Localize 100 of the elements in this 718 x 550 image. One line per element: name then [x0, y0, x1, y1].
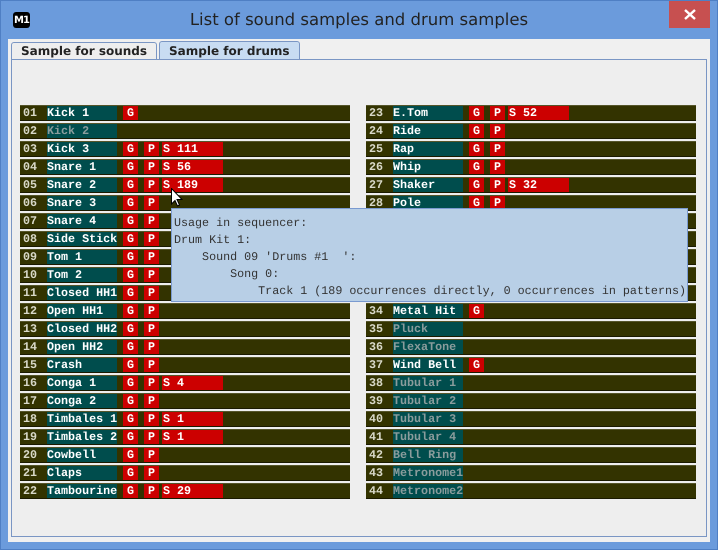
- usage-tag: G: [123, 358, 138, 372]
- usage-tag: G: [123, 178, 138, 192]
- usage-tag: P: [144, 340, 159, 354]
- usage-tag: G: [123, 430, 138, 444]
- usage-tag: G: [469, 304, 484, 318]
- sample-number: 04: [22, 160, 38, 174]
- usage-tag: S 4: [162, 376, 223, 390]
- usage-tag: P: [144, 142, 159, 156]
- sample-name: Metronome2: [393, 484, 463, 498]
- sample-number: 07: [22, 214, 38, 228]
- sample-number: 41: [368, 430, 384, 444]
- usage-tag: G: [123, 484, 138, 498]
- usage-tag: G: [123, 448, 138, 462]
- usage-tag: S 32: [508, 178, 569, 192]
- sample-number: 37: [368, 358, 384, 372]
- usage-tag: G: [123, 340, 138, 354]
- sample-name: Conga 2: [47, 394, 117, 408]
- usage-tag: G: [123, 412, 138, 426]
- window-title: List of sound samples and drum samples: [190, 10, 528, 29]
- usage-tag: P: [144, 196, 159, 210]
- tab[interactable]: Sample for sounds: [11, 42, 158, 59]
- usage-tag: S 29: [162, 484, 223, 498]
- sample-number: 13: [22, 322, 38, 336]
- sample-number: 21: [22, 466, 38, 480]
- sample-number: 05: [22, 178, 38, 192]
- sample-name: Tambourine: [47, 484, 117, 498]
- usage-tag: P: [144, 268, 159, 282]
- sample-number: 19: [22, 430, 38, 444]
- sample-number: 39: [368, 394, 384, 408]
- sample-number: 34: [368, 304, 384, 318]
- sample-number: 20: [22, 448, 38, 462]
- sample-name: Kick 3: [47, 142, 117, 156]
- sample-name: Closed HH2: [47, 322, 117, 336]
- usage-tag: G: [123, 466, 138, 480]
- sample-name: Open HH1: [47, 304, 117, 318]
- sample-name: Conga 1: [47, 376, 117, 390]
- usage-tag: S 189: [162, 178, 223, 192]
- sample-number: 03: [22, 142, 38, 156]
- tooltip-line: Usage in sequencer:: [174, 215, 308, 232]
- sample-name: Timbales 2: [47, 430, 117, 444]
- usage-tag: G: [123, 286, 138, 300]
- close-button[interactable]: [669, 1, 710, 28]
- usage-tag: G: [469, 124, 484, 138]
- usage-tag: G: [469, 178, 484, 192]
- usage-tag: S 1: [162, 430, 223, 444]
- sample-number: 08: [22, 232, 38, 246]
- usage-tag: P: [144, 484, 159, 498]
- sample-name: Closed HH1: [47, 286, 117, 300]
- usage-tag: G: [123, 232, 138, 246]
- sample-name: Claps: [47, 466, 117, 480]
- sample-number: 38: [368, 376, 384, 390]
- sample-name: Shaker: [393, 178, 463, 192]
- usage-tag: G: [123, 142, 138, 156]
- sample-number: 28: [368, 196, 384, 210]
- usage-tag: G: [469, 358, 484, 372]
- usage-tag: P: [144, 412, 159, 426]
- usage-tag: P: [490, 160, 505, 174]
- sample-name: E.Tom: [393, 106, 463, 120]
- sample-number: 44: [368, 484, 384, 498]
- usage-tag: P: [144, 286, 159, 300]
- usage-tag: G: [123, 160, 138, 174]
- usage-tag: G: [123, 376, 138, 390]
- sample-number: 02: [22, 124, 38, 138]
- tooltip-line: Song 0:: [229, 266, 280, 283]
- usage-tag: G: [123, 268, 138, 282]
- sample-name: Kick 1: [47, 106, 117, 120]
- usage-tag: P: [144, 358, 159, 372]
- sample-name: Tom 1: [47, 250, 117, 264]
- sample-number: 25: [368, 142, 384, 156]
- usage-tag: P: [144, 430, 159, 444]
- cursor-icon: [171, 188, 183, 207]
- usage-tag: P: [144, 376, 159, 390]
- usage-tag: S 56: [162, 160, 223, 174]
- sample-name: Snare 2: [47, 178, 117, 192]
- sample-number: 40: [368, 412, 384, 426]
- usage-tag: P: [144, 466, 159, 480]
- sample-number: 27: [368, 178, 384, 192]
- usage-tag: G: [123, 322, 138, 336]
- sample-name: Wind Bell: [393, 358, 463, 372]
- usage-tag: P: [490, 142, 505, 156]
- sample-name: Tubular 3: [393, 412, 463, 426]
- tooltip-line: Sound 09 'Drums #1 ':: [201, 249, 358, 266]
- sample-name: Crash: [47, 358, 117, 372]
- usage-tag: P: [144, 250, 159, 264]
- sample-number: 18: [22, 412, 38, 426]
- usage-tag: P: [144, 304, 159, 318]
- sample-name: Ride: [393, 124, 463, 138]
- sample-name: Tubular 2: [393, 394, 463, 408]
- sample-name: Metal Hit: [393, 304, 463, 318]
- sample-name: FlexaTone: [393, 340, 463, 354]
- sample-number: 10: [22, 268, 38, 282]
- sample-number: 01: [22, 106, 38, 120]
- usage-tag: G: [123, 394, 138, 408]
- usage-tag: P: [490, 124, 505, 138]
- tab[interactable]: Sample for drums: [159, 41, 300, 59]
- close-icon: [684, 9, 696, 20]
- sample-name: Kick 2: [47, 124, 117, 138]
- app-icon: M1: [13, 12, 30, 28]
- usage-tag: P: [144, 178, 159, 192]
- sample-number: 36: [368, 340, 384, 354]
